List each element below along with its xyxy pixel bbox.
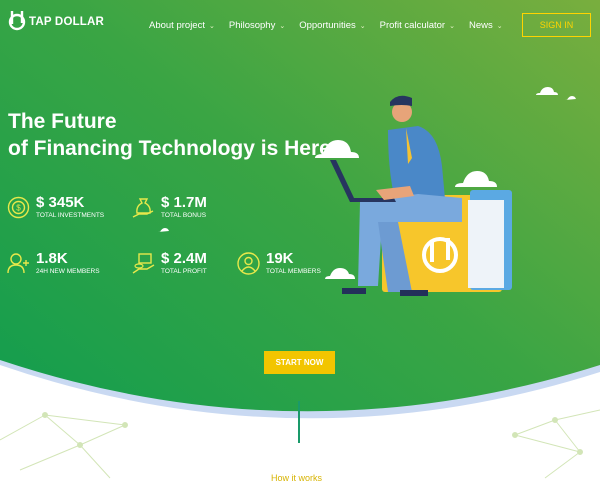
stat-total-bonus: $ 1.7M TOTAL BONUS — [131, 195, 207, 220]
hero-section: TAP DOLLAR About project ⌄ Philosophy ⌄ Op… — [0, 0, 600, 481]
stat-24h-new-members: 1.8K 24H NEW MEMBERS — [6, 251, 100, 276]
money-bag-hand-icon — [132, 198, 154, 218]
coin-stack-icon: $ — [7, 196, 30, 219]
nav-label: News — [468, 20, 493, 31]
stat-total-members: 19K TOTAL MEMBERS — [236, 251, 321, 276]
brand-name: TAP DOLLAR — [29, 16, 105, 28]
sign-in-button[interactable]: SIGN IN — [522, 13, 591, 37]
nav-label: Philosophy — [228, 20, 276, 31]
chevron-down-icon: ⌄ — [496, 22, 503, 30]
headline-line-1: The Future — [8, 110, 117, 133]
section-title-how-it-works: How it works — [271, 473, 323, 481]
chevron-down-icon: ⌄ — [279, 22, 286, 30]
stat-label: TOTAL INVESTMENTS — [36, 212, 105, 219]
stat-total-profit: $ 2.4M TOTAL PROFIT — [131, 251, 207, 276]
main-nav: About project ⌄ Philosophy ⌄ Opportunities… — [149, 20, 517, 31]
site-header: TAP DOLLAR About project ⌄ Philosophy ⌄ Op… — [0, 0, 600, 52]
nav-item-profit-calculator[interactable]: Profit calculator ⌄ — [380, 20, 455, 31]
nav-item-philosophy[interactable]: Philosophy ⌄ — [229, 20, 285, 31]
chevron-down-icon: ⌄ — [208, 22, 215, 30]
stat-value: $ 345K — [36, 194, 85, 211]
stat-label: TOTAL PROFIT — [161, 268, 207, 275]
stat-total-investments: $ $ 345K TOTAL INVESTMENTS — [6, 195, 104, 220]
user-circle-icon — [237, 252, 260, 275]
stat-value: $ 1.7M — [161, 194, 207, 211]
nav-item-opportunities[interactable]: Opportunities ⌄ — [299, 20, 365, 31]
td-logo-icon — [8, 11, 26, 31]
stat-value: 19K — [266, 250, 294, 267]
hero-headline: The Future of Financing Technology is He… — [8, 108, 337, 162]
start-now-button[interactable]: START NOW — [264, 351, 335, 374]
nav-label: Opportunities — [299, 20, 356, 31]
scroll-indicator-line — [298, 401, 300, 443]
stat-label: TOTAL BONUS — [161, 212, 207, 219]
svg-text:$: $ — [16, 204, 21, 213]
nav-item-about[interactable]: About project ⌄ — [149, 20, 215, 31]
nav-label: Profit calculator — [379, 20, 446, 31]
stat-value: $ 2.4M — [161, 250, 207, 267]
headline-line-2: of Financing Technology is Here. — [8, 137, 337, 160]
stat-label: TOTAL MEMBERS — [266, 268, 321, 275]
stat-label: 24H NEW MEMBERS — [36, 268, 100, 275]
nav-item-news[interactable]: News ⌄ — [469, 20, 503, 31]
stat-value: 1.8K — [36, 250, 68, 267]
hand-coins-icon — [132, 253, 155, 274]
brand-logo[interactable]: TAP DOLLAR — [6, 9, 104, 31]
nav-label: About project — [149, 20, 205, 31]
add-user-icon — [7, 253, 29, 274]
investor-illustration — [330, 95, 512, 296]
chevron-down-icon: ⌄ — [449, 22, 455, 30]
chevron-down-icon: ⌄ — [359, 22, 366, 30]
